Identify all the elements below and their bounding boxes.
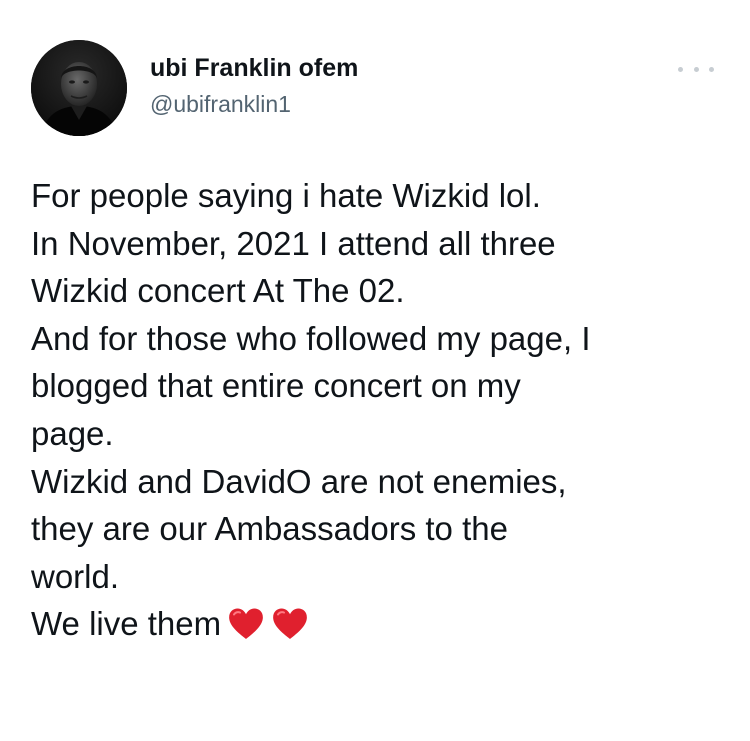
display-name[interactable]: ubi Franklin ofem [150, 53, 358, 83]
tweet-line: they are our Ambassadors to the [31, 510, 508, 548]
tweet-text: For people saying i hate Wizkid lol. In … [31, 172, 731, 648]
tweet-line: And for those who followed my page, I [31, 319, 591, 357]
tweet-card: ubi Franklin ofem @ubifranklin1 For peop… [0, 0, 750, 741]
user-names: ubi Franklin ofem @ubifranklin1 [150, 53, 358, 119]
tweet-line: In November, 2021 I attend all three [31, 224, 556, 262]
dot [709, 66, 714, 72]
ellipsis-horizontal-icon[interactable] [678, 62, 714, 76]
avatar[interactable] [31, 40, 127, 136]
tweet-line: Wizkid concert At The 02. [31, 272, 405, 310]
tweet-line: Wizkid and DavidO are not enemies, [31, 462, 567, 500]
tweet-last-line: We live them [31, 600, 731, 648]
red-heart-icon [227, 607, 265, 641]
red-heart-icon [271, 607, 309, 641]
tweet-line: world. [31, 557, 120, 595]
tweet-line: For people saying i hate Wizkid lol. [31, 177, 541, 214]
dot [693, 66, 699, 72]
user-handle[interactable]: @ubifranklin1 [150, 89, 358, 119]
dot [678, 66, 683, 72]
tweet-line: page. [31, 414, 114, 452]
avatar-image [31, 40, 127, 136]
tweet-line: We live them [31, 605, 222, 643]
tweet-line: blogged that entire concert on my [31, 367, 521, 405]
